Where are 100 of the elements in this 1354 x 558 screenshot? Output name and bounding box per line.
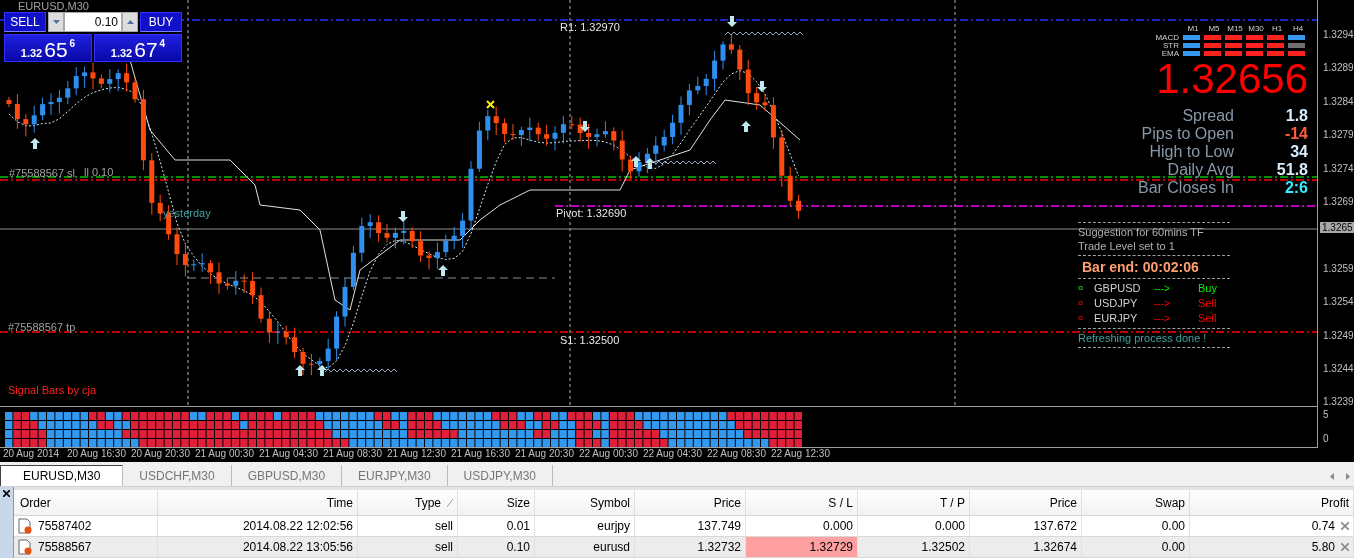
column-header[interactable]: Type bbox=[358, 490, 458, 516]
column-header[interactable]: Price bbox=[970, 490, 1082, 516]
candlestick bbox=[577, 117, 583, 143]
column-header[interactable]: Symbol bbox=[535, 490, 635, 516]
column-header[interactable]: Order bbox=[14, 490, 158, 516]
candlestick bbox=[560, 115, 566, 144]
candlestick bbox=[31, 105, 37, 134]
price-axis-label: 1.3239 bbox=[1323, 396, 1354, 408]
column-header[interactable]: Profit bbox=[1190, 490, 1354, 516]
signal-symbol: GBPUSD bbox=[1094, 281, 1142, 296]
signal-arrow: ---> bbox=[1154, 297, 1171, 311]
candlestick bbox=[661, 129, 667, 152]
price-axis-label: 1.3284 bbox=[1323, 95, 1354, 107]
level-label: R1: 1.32970 bbox=[560, 21, 620, 33]
candlestick bbox=[266, 310, 272, 344]
signal-arrow: ---> bbox=[1154, 312, 1171, 326]
candlestick bbox=[292, 327, 298, 359]
close-icon[interactable] bbox=[3, 490, 10, 497]
zigzag-line bbox=[649, 160, 717, 165]
buy-button[interactable]: BUY bbox=[140, 12, 182, 32]
candlestick bbox=[334, 310, 340, 362]
table-cell: 1.32674 bbox=[970, 537, 1082, 558]
arrow-down-icon bbox=[398, 211, 408, 222]
candlestick bbox=[241, 274, 247, 294]
price-axis-label: 1.3254 bbox=[1323, 296, 1354, 308]
time-axis-label: 22 Aug 12:30 bbox=[771, 448, 831, 461]
candlestick bbox=[787, 166, 793, 207]
candlestick bbox=[157, 194, 163, 222]
column-header[interactable]: Price bbox=[635, 490, 746, 516]
time-axis-label: 22 Aug 08:30 bbox=[707, 448, 767, 461]
scroll-left-icon[interactable] bbox=[1330, 473, 1334, 480]
candlestick bbox=[451, 226, 457, 250]
signal-arrow: ---> bbox=[1154, 282, 1171, 296]
profit-value: 5.80 bbox=[1311, 540, 1335, 554]
level-label: S1: 1.32500 bbox=[560, 334, 620, 346]
decrease-button[interactable] bbox=[48, 12, 64, 32]
sell-button[interactable]: SELL bbox=[4, 12, 46, 32]
chart-tab[interactable]: EURJPY,M30 bbox=[342, 465, 448, 486]
candlestick bbox=[636, 151, 642, 178]
candlestick bbox=[401, 220, 407, 246]
signal-action: Sell bbox=[1198, 296, 1218, 311]
signal-symbol: USDJPY bbox=[1094, 296, 1139, 311]
arrow-up-icon bbox=[317, 365, 327, 376]
candlestick bbox=[586, 123, 592, 150]
chart-tab[interactable]: USDCHF,M30 bbox=[123, 465, 232, 486]
signal-mark: ¤ bbox=[1078, 297, 1084, 310]
stat-value: 34 bbox=[1289, 143, 1308, 161]
candlestick bbox=[107, 68, 113, 93]
candlestick bbox=[695, 76, 701, 95]
lot-size-field[interactable]: 0.10 bbox=[64, 12, 122, 32]
column-header[interactable]: Time bbox=[158, 490, 358, 516]
stat-label: Daily Avg bbox=[1166, 161, 1234, 179]
candlestick bbox=[56, 89, 62, 114]
table-cell: sell bbox=[358, 516, 458, 537]
price-axis-label: 1.3279 bbox=[1323, 129, 1354, 141]
chart-tab[interactable]: GBPUSD,M30 bbox=[231, 465, 343, 486]
candlestick bbox=[98, 73, 104, 89]
candlestick bbox=[602, 120, 608, 139]
timeframe-label: H4 bbox=[1291, 24, 1305, 33]
column-header[interactable]: Size bbox=[458, 490, 535, 516]
candlestick bbox=[670, 114, 676, 145]
chart-tab[interactable]: EURUSD,M30 bbox=[0, 465, 124, 486]
candlestick bbox=[468, 160, 474, 231]
candlestick bbox=[712, 50, 718, 92]
column-header[interactable]: Swap bbox=[1082, 490, 1190, 516]
candlestick bbox=[544, 124, 550, 147]
candlestick bbox=[619, 130, 625, 172]
candlestick bbox=[762, 93, 768, 112]
candlestick bbox=[426, 250, 432, 271]
price-axis-label: 1.3289 bbox=[1323, 62, 1354, 74]
candlestick bbox=[745, 59, 751, 106]
column-header[interactable]: S / L bbox=[746, 490, 858, 516]
candlestick bbox=[199, 252, 205, 273]
current-price: 1.32656 bbox=[1156, 58, 1308, 100]
indicator-label: EMA bbox=[1160, 50, 1180, 57]
price-axis-label: 1.3249 bbox=[1323, 329, 1354, 341]
time-axis-label: 20 Aug 2014 bbox=[3, 448, 61, 461]
order-number: 75587402 bbox=[38, 519, 92, 533]
stat-label: Pips to Open bbox=[1140, 125, 1234, 143]
candlestick bbox=[653, 135, 659, 166]
table-cell: 0.10 bbox=[458, 537, 535, 558]
time-axis-label: 21 Aug 20:30 bbox=[515, 448, 575, 461]
candlestick bbox=[460, 212, 466, 249]
candlestick bbox=[510, 123, 516, 141]
table-cell: sell bbox=[358, 537, 458, 558]
candlestick bbox=[493, 106, 499, 136]
candlestick bbox=[392, 227, 398, 249]
table-cell: eurusd bbox=[535, 537, 635, 558]
candlestick bbox=[737, 44, 743, 81]
stat-value: 51.8 bbox=[1275, 161, 1308, 179]
candlestick bbox=[149, 152, 155, 216]
scroll-right-icon[interactable] bbox=[1346, 473, 1350, 480]
candlestick bbox=[518, 126, 524, 147]
increase-button[interactable] bbox=[122, 12, 138, 32]
column-header[interactable]: T / P bbox=[858, 490, 970, 516]
candlestick bbox=[308, 353, 314, 376]
candlestick bbox=[535, 122, 541, 142]
candlestick bbox=[300, 347, 306, 376]
chart-tab[interactable]: USDJPY,M30 bbox=[447, 465, 554, 486]
order-icon bbox=[18, 539, 32, 555]
